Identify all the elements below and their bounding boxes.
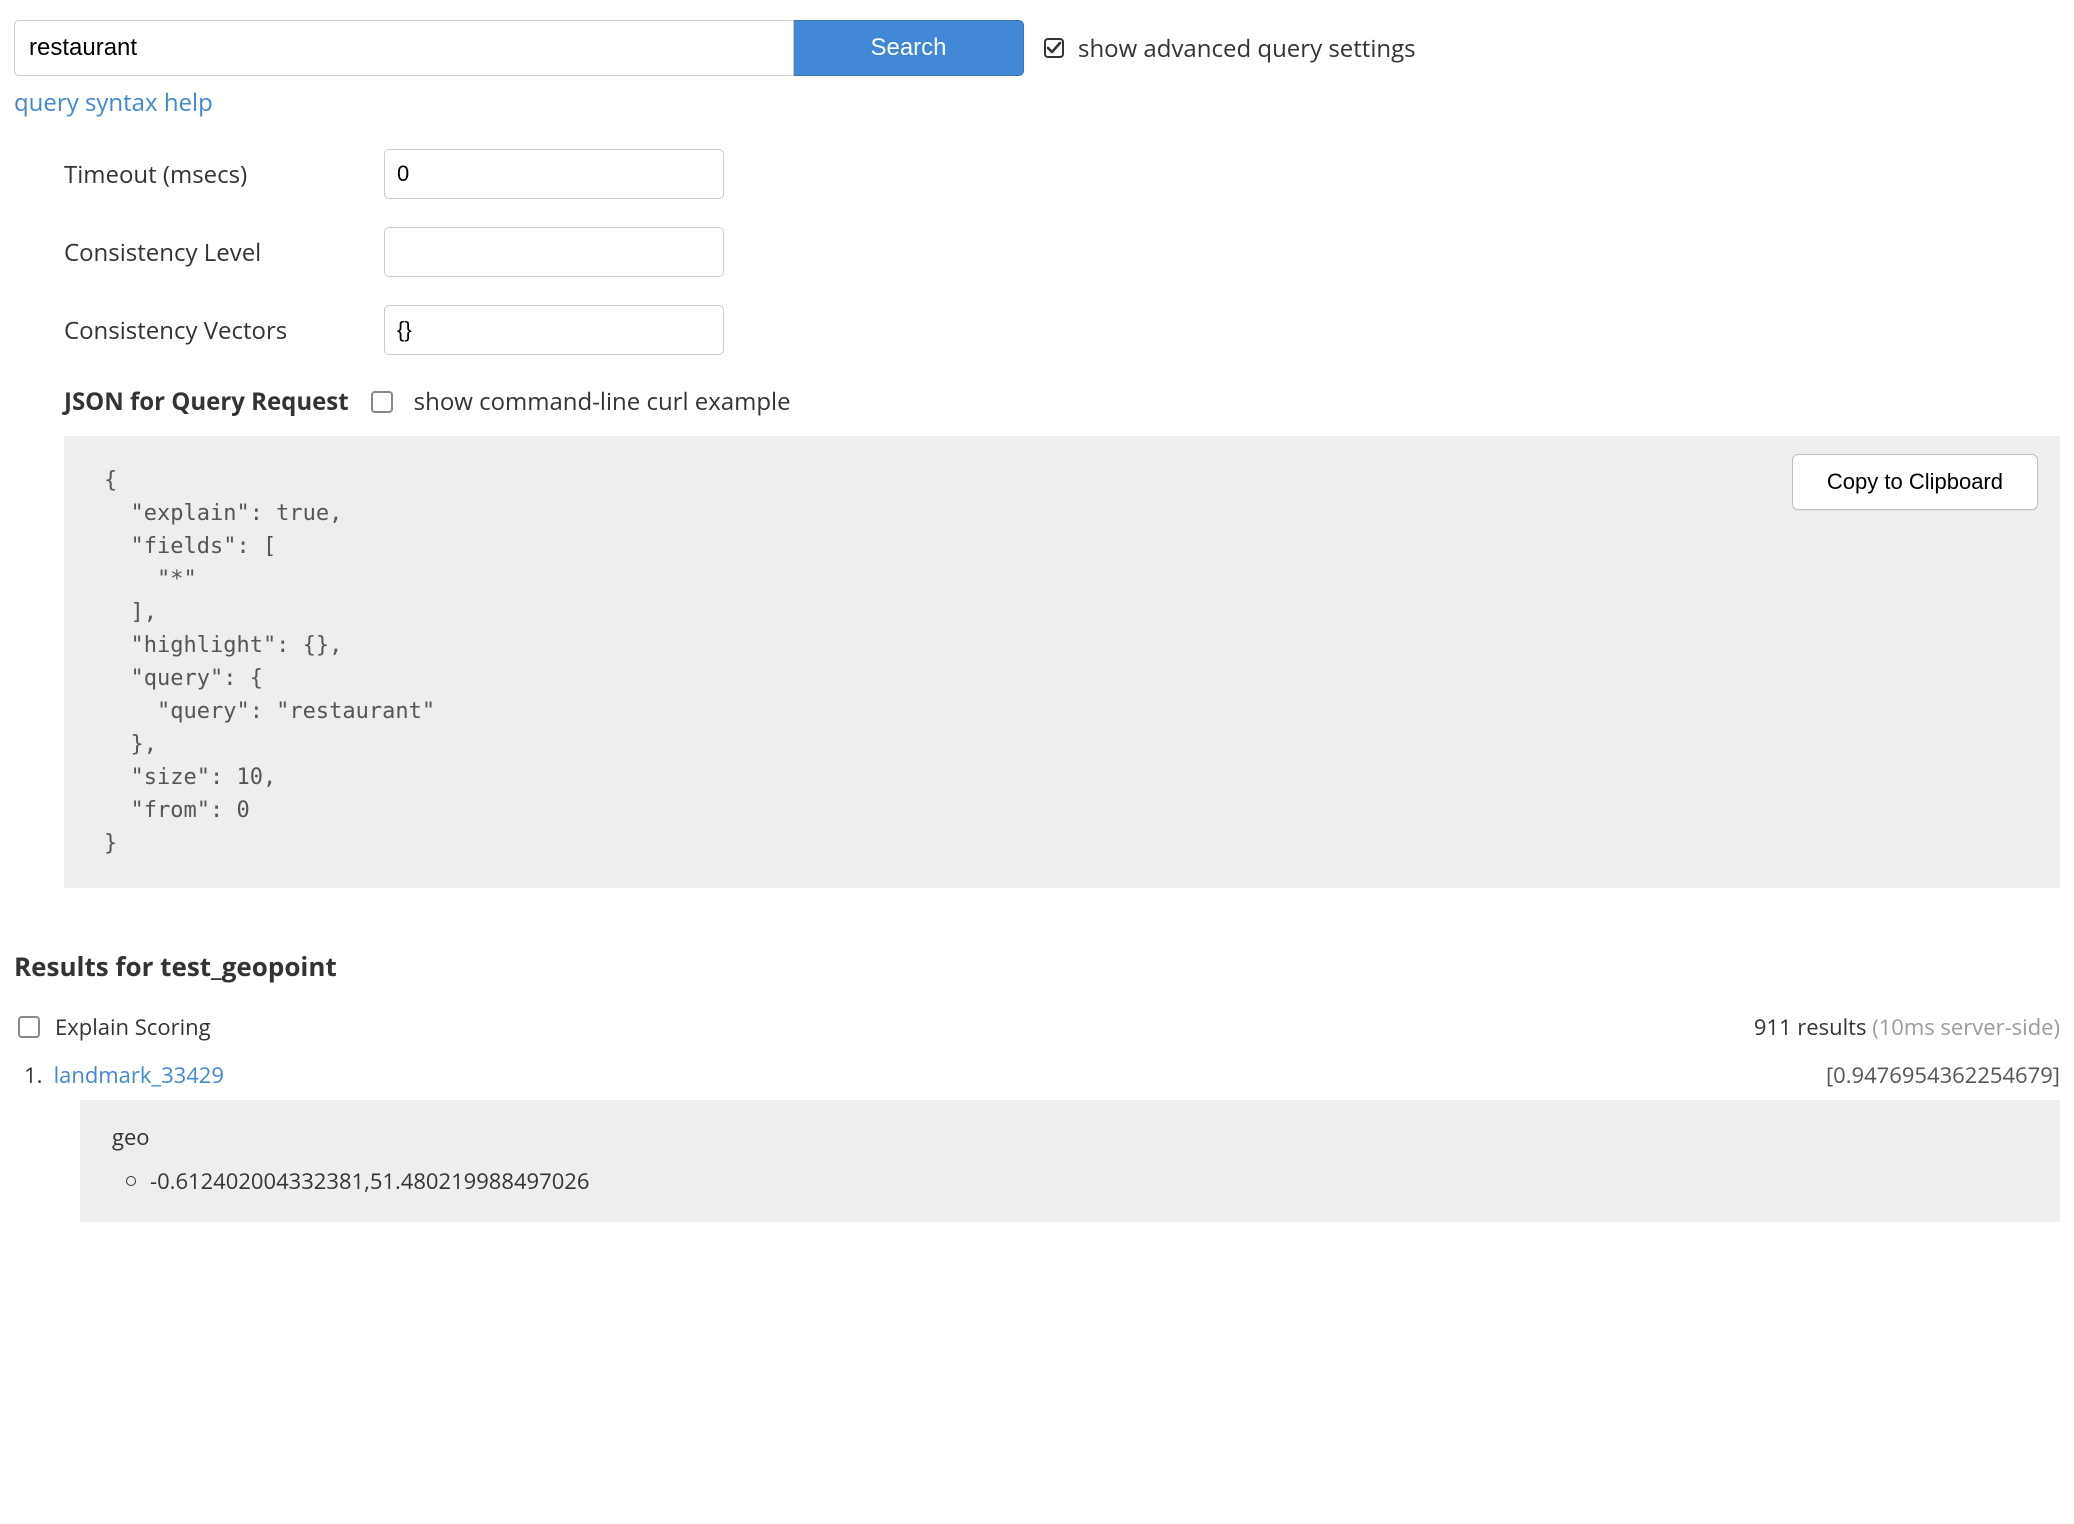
results-count-text: 911 results	[1754, 1012, 1867, 1042]
consistency-level-label: Consistency Level	[64, 236, 384, 269]
timeout-label: Timeout (msecs)	[64, 158, 384, 191]
consistency-level-row: Consistency Level	[64, 227, 2060, 277]
search-row: Search show advanced query settings	[14, 20, 2060, 76]
timeout-input[interactable]	[384, 149, 724, 199]
results-index-name: test_geopoint	[160, 948, 337, 984]
result-left: 1. landmark_33429	[24, 1060, 224, 1090]
bullet-icon	[126, 1176, 136, 1186]
results-heading: Results for test_geopoint	[14, 948, 2060, 984]
json-section-title: JSON for Query Request	[64, 385, 349, 418]
result-row: 1. landmark_33429 [0.9476954362254679]	[14, 1060, 2060, 1100]
curl-example-label: show command-line curl example	[414, 385, 791, 418]
consistency-vectors-input[interactable]	[384, 305, 724, 355]
field-value: -0.612402004332381,51.480219988497026	[150, 1166, 589, 1196]
field-value-row: -0.612402004332381,51.480219988497026	[112, 1166, 2034, 1196]
advanced-toggle-label: show advanced query settings	[1078, 32, 1416, 65]
curl-example-checkbox[interactable]	[371, 391, 393, 413]
consistency-vectors-label: Consistency Vectors	[64, 314, 384, 347]
result-index: 1.	[24, 1060, 42, 1090]
results-count: 911 results (10ms server-side)	[1754, 1012, 2060, 1042]
results-heading-prefix: Results for	[14, 948, 160, 984]
result-score: [0.9476954362254679]	[1826, 1060, 2060, 1090]
advanced-toggle[interactable]: show advanced query settings	[1044, 32, 1416, 65]
query-syntax-help-link[interactable]: query syntax help	[14, 86, 213, 119]
result-id-link[interactable]: landmark_33429	[54, 1060, 224, 1090]
explain-scoring-checkbox[interactable]	[18, 1016, 40, 1038]
search-group: Search	[14, 20, 1024, 76]
results-meta: Explain Scoring 911 results (10ms server…	[14, 1012, 2060, 1042]
json-section-header: JSON for Query Request show command-line…	[14, 385, 2060, 418]
json-body: { "explain": true, "fields": [ "*" ], "h…	[104, 464, 2030, 860]
result-fields: geo -0.612402004332381,51.48021998849702…	[80, 1100, 2060, 1222]
consistency-vectors-row: Consistency Vectors	[64, 305, 2060, 355]
json-box: Copy to Clipboard { "explain": true, "fi…	[64, 436, 2060, 888]
results-timing-text: (10ms server-side)	[1872, 1012, 2060, 1042]
timeout-row: Timeout (msecs)	[64, 149, 2060, 199]
advanced-settings: Timeout (msecs) Consistency Level Consis…	[14, 149, 2060, 355]
field-name: geo	[112, 1122, 2034, 1152]
explain-scoring-label: Explain Scoring	[55, 1012, 211, 1042]
copy-to-clipboard-button[interactable]: Copy to Clipboard	[1792, 454, 2038, 510]
search-button[interactable]: Search	[794, 20, 1024, 76]
checkbox-checked-icon	[1044, 38, 1064, 58]
explain-scoring-toggle[interactable]: Explain Scoring	[14, 1012, 211, 1042]
search-input[interactable]	[14, 20, 794, 76]
consistency-level-input[interactable]	[384, 227, 724, 277]
